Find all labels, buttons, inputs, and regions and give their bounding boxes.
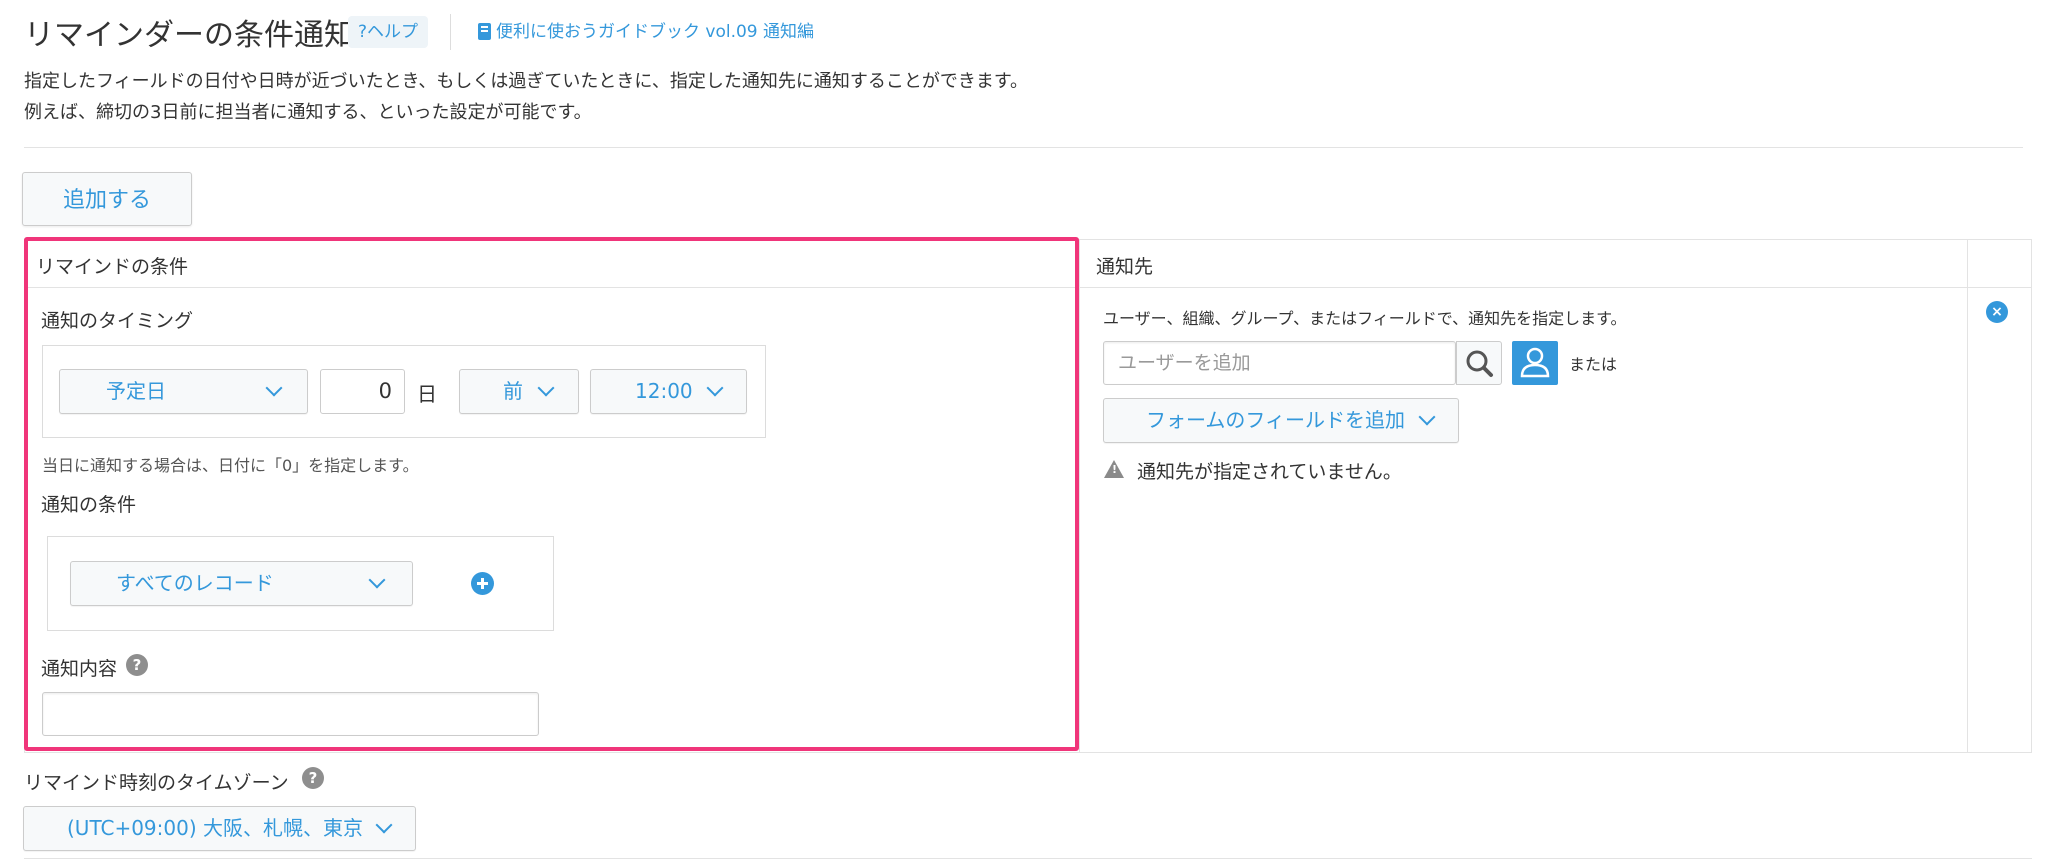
- guidebook-link[interactable]: 便利に使おうガイドブック vol.09 通知編: [478, 16, 814, 48]
- column-header-recipient: 通知先: [1096, 256, 1154, 278]
- column-divider: [1967, 239, 1968, 753]
- book-icon: [478, 23, 491, 40]
- help-link[interactable]: ?ヘルプ: [348, 16, 429, 48]
- add-form-field-label: フォームのフィールドを追加: [1146, 408, 1405, 432]
- user-search-button[interactable]: [1456, 341, 1502, 385]
- description-line-2: 例えば、締切の3日前に担当者に通知する、といった設定が可能です。: [24, 102, 592, 123]
- column-divider: [1079, 239, 1080, 753]
- delete-row-close-icon[interactable]: ×: [1986, 301, 2008, 323]
- timezone-select-value: (UTC+09:00) 大阪、札幌、東京: [67, 816, 364, 840]
- description-line-1: 指定したフィールドの日付や日時が近づいたとき、もしくは過ぎていたときに、指定した…: [24, 71, 1029, 92]
- recipient-warning: 通知先が指定されていません。: [1137, 461, 1402, 483]
- warning-icon: [1104, 460, 1124, 478]
- timezone-help-icon[interactable]: ?: [302, 767, 324, 789]
- bottom-divider: [24, 858, 2032, 859]
- search-icon: [1466, 350, 1493, 377]
- add-form-field-select[interactable]: フォームのフィールドを追加: [1103, 398, 1459, 443]
- timezone-select[interactable]: (UTC+09:00) 大阪、札幌、東京: [23, 806, 416, 851]
- highlight-box: [24, 237, 1079, 751]
- guidebook-link-label: 便利に使おうガイドブック vol.09 通知編: [496, 22, 815, 42]
- or-label: または: [1569, 355, 1618, 374]
- timezone-label: リマインド時刻のタイムゾーン: [24, 772, 289, 794]
- chevron-down-icon: [375, 816, 393, 834]
- user-search-input[interactable]: ユーザーを追加: [1103, 341, 1456, 385]
- page-title: リマインダーの条件通知: [24, 18, 354, 53]
- description: 指定したフィールドの日付や日時が近づいたとき、もしくは過ぎていたときに、指定した…: [24, 66, 1028, 128]
- header-divider: [450, 14, 451, 50]
- add-button[interactable]: 追加する: [22, 172, 192, 226]
- user-icon: [1520, 347, 1550, 378]
- recipient-description: ユーザー、組織、グループ、またはフィールドで、通知先を指定します。: [1103, 309, 1627, 328]
- user-select-button[interactable]: [1512, 341, 1558, 385]
- divider: [24, 147, 2023, 148]
- chevron-down-icon: [1418, 408, 1436, 426]
